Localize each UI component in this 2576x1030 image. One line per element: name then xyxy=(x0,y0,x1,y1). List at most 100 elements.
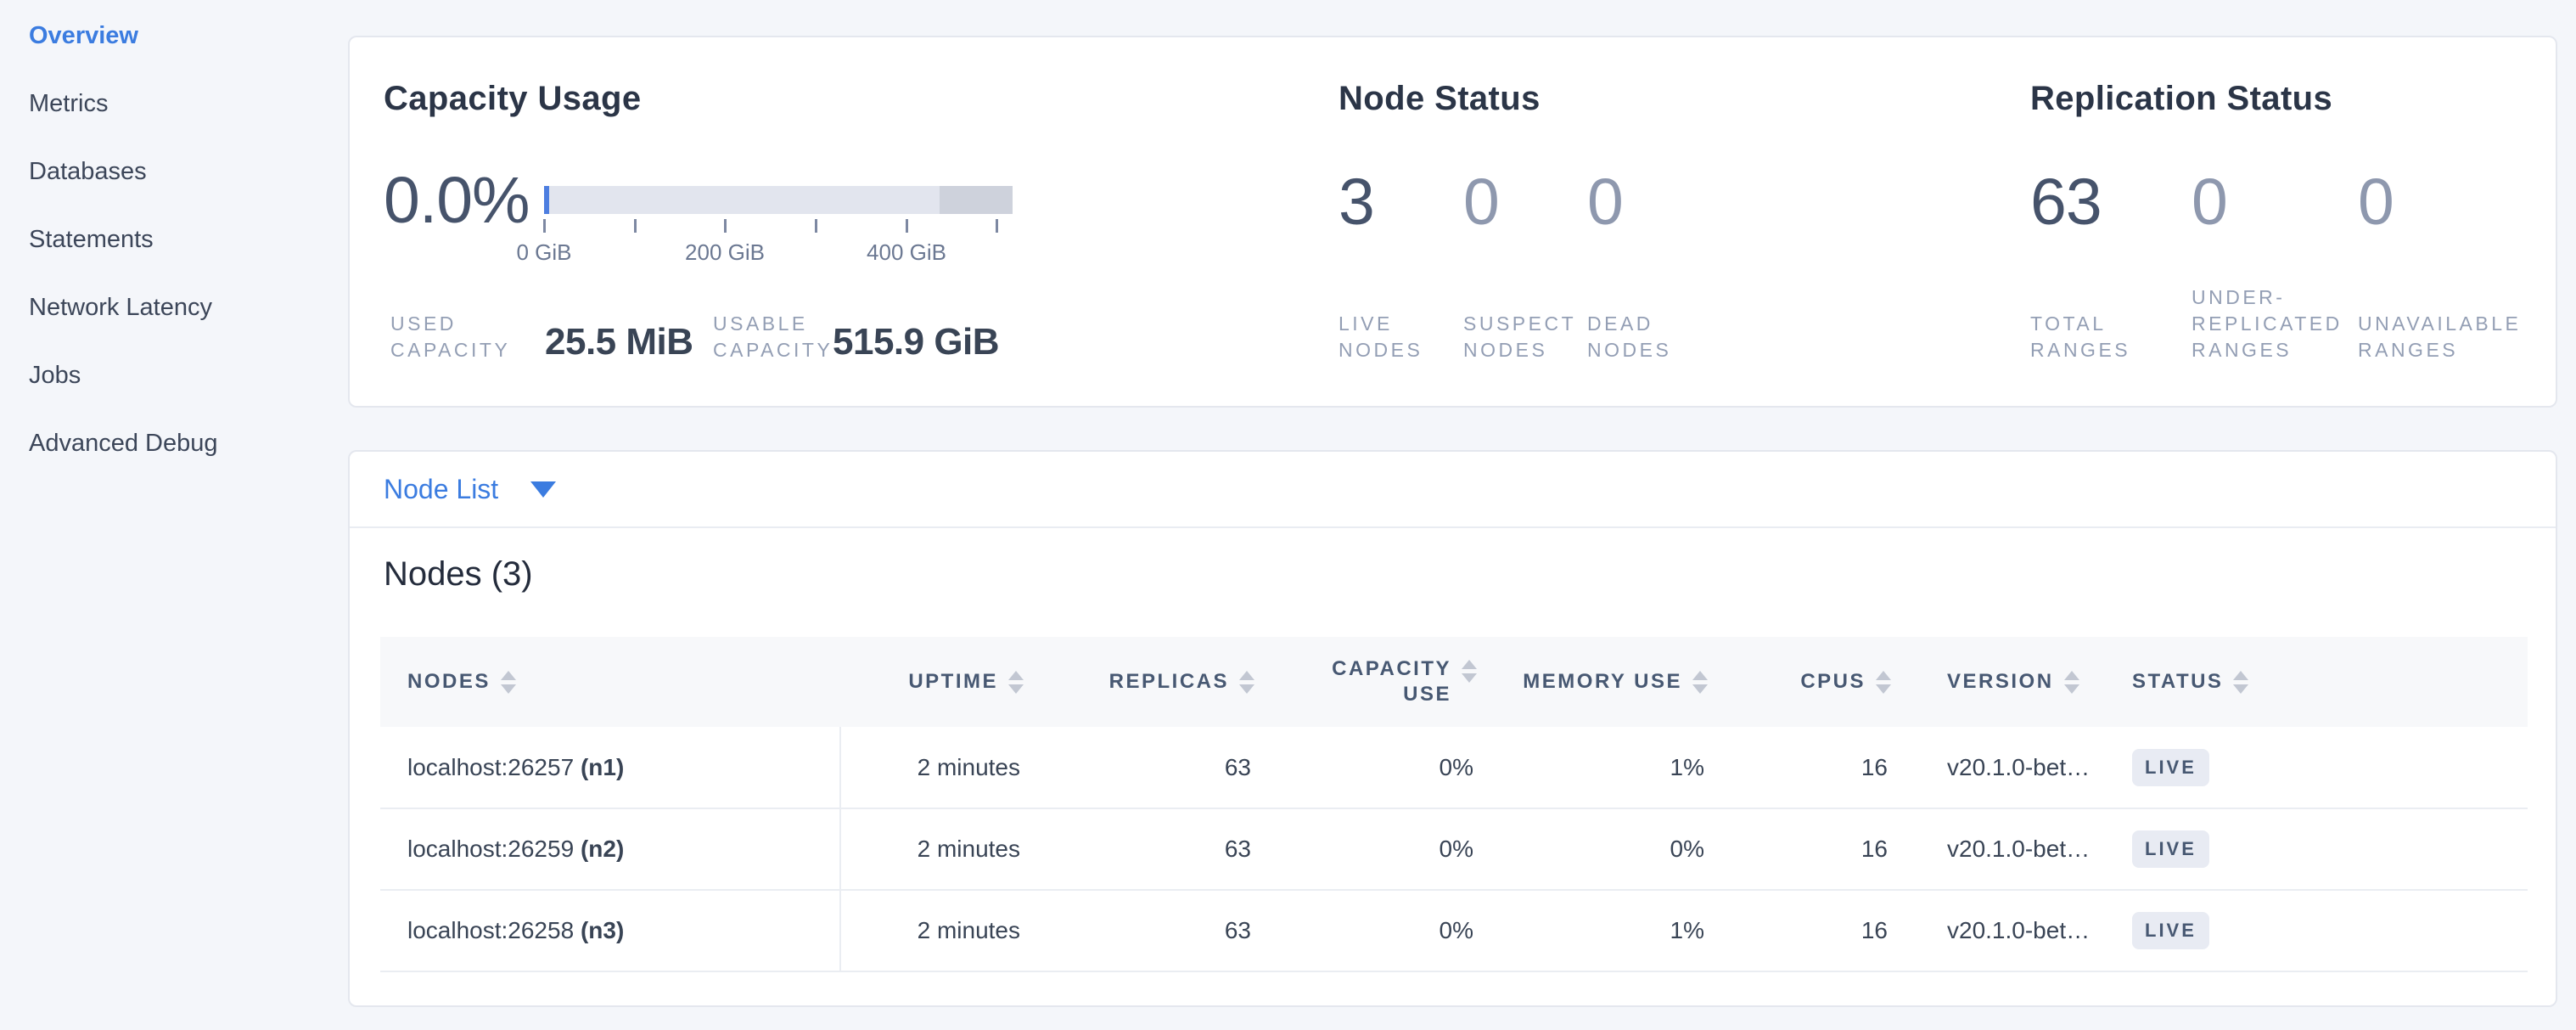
dead-nodes-count: 0 xyxy=(1587,166,1623,238)
node-id: (n3) xyxy=(581,917,624,943)
axis-label-200gib: 200 GiB xyxy=(685,239,765,266)
column-header-cpus[interactable]: CPUS xyxy=(1711,637,1894,727)
usable-capacity-value: 515.9 GiB xyxy=(833,321,999,363)
suspect-nodes-count: 0 xyxy=(1463,166,1587,238)
uptime-cell: 2 minutes xyxy=(840,808,1027,890)
memory-use-cell: 1% xyxy=(1480,890,1711,971)
sort-icon xyxy=(1692,671,1708,694)
sort-icon xyxy=(1876,671,1891,694)
live-nodes-count: 3 xyxy=(1339,166,1463,238)
sidebar-item-statements[interactable]: Statements xyxy=(29,205,343,273)
total-ranges-label: TOTAL RANGES xyxy=(2030,311,2192,363)
table-header-row: NODES UPTIME REPLICAS CAPACITYUSE xyxy=(380,637,2528,727)
node-status-labels: LIVE NODES SUSPECT NODES DEAD NODES xyxy=(1339,311,1671,363)
sort-icon xyxy=(1008,671,1024,694)
uptime-cell: 2 minutes xyxy=(840,890,1027,971)
memory-use-cell: 1% xyxy=(1480,727,1711,808)
capacity-use-cell: 0% xyxy=(1258,808,1480,890)
nodes-section-title: Nodes (3) xyxy=(384,555,533,594)
sidebar-item-metrics[interactable]: Metrics xyxy=(29,70,343,138)
sidebar: Overview Metrics Databases Statements Ne… xyxy=(29,2,343,477)
status-badge: LIVE xyxy=(2132,830,2209,868)
node-address[interactable]: localhost:26259 xyxy=(407,836,574,862)
sidebar-item-databases[interactable]: Databases xyxy=(29,138,343,205)
sidebar-item-jobs[interactable]: Jobs xyxy=(29,341,343,409)
axis-tick xyxy=(906,219,908,233)
sidebar-item-advanced-debug[interactable]: Advanced Debug xyxy=(29,409,343,477)
under-replicated-ranges-label: UNDER- REPLICATED RANGES xyxy=(2192,284,2358,363)
unavailable-ranges-label: UNAVAILABLE RANGES xyxy=(2358,311,2521,363)
node-id: (n2) xyxy=(581,836,624,862)
node-list-label: Node List xyxy=(384,474,498,505)
column-header-memory-use[interactable]: MEMORY USE xyxy=(1480,637,1711,727)
replicas-cell: 63 xyxy=(1027,808,1258,890)
version-cell: v20.1.0-bet… xyxy=(1894,808,2107,890)
column-header-version[interactable]: VERSION xyxy=(1894,637,2107,727)
axis-label-400gib: 400 GiB xyxy=(867,239,946,266)
cluster-summary-card: Capacity Usage 0.0% 0 GiB 200 GiB 400 Gi… xyxy=(348,36,2557,408)
memory-use-cell: 0% xyxy=(1480,808,1711,890)
under-replicated-ranges-count: 0 xyxy=(2192,166,2358,238)
version-cell: v20.1.0-bet… xyxy=(1894,890,2107,971)
sort-icon xyxy=(501,671,516,694)
replication-labels: TOTAL RANGES UNDER- REPLICATED RANGES UN… xyxy=(2030,284,2521,363)
unavailable-ranges-count: 0 xyxy=(2358,166,2394,238)
sidebar-item-network-latency[interactable]: Network Latency xyxy=(29,273,343,341)
replication-status-title: Replication Status xyxy=(2030,80,2332,118)
sidebar-item-overview[interactable]: Overview xyxy=(29,2,343,70)
node-address[interactable]: localhost:26257 xyxy=(407,754,574,780)
node-list-bar: Node List xyxy=(350,452,2556,528)
used-capacity-value: 25.5 MiB xyxy=(545,321,713,363)
table-row[interactable]: localhost:26258 (n3) 2 minutes 63 0% 1% … xyxy=(380,890,2528,971)
table-row[interactable]: localhost:26257 (n1) 2 minutes 63 0% 1% … xyxy=(380,727,2528,808)
dead-nodes-label: DEAD NODES xyxy=(1587,311,1671,363)
column-header-uptime[interactable]: UPTIME xyxy=(840,637,1027,727)
replication-metrics: 63 0 0 xyxy=(2030,166,2394,238)
axis-tick xyxy=(815,219,817,233)
status-badge: LIVE xyxy=(2132,749,2209,786)
used-capacity-label: USED CAPACITY xyxy=(390,311,545,363)
chevron-down-icon xyxy=(530,481,556,498)
axis-tick xyxy=(996,219,998,233)
column-header-status[interactable]: STATUS xyxy=(2107,637,2528,727)
column-header-nodes[interactable]: NODES xyxy=(380,637,840,727)
capacity-stats: USED CAPACITY 25.5 MiB USABLE CAPACITY 5… xyxy=(390,311,999,363)
cpus-cell: 16 xyxy=(1711,890,1894,971)
suspect-nodes-label: SUSPECT NODES xyxy=(1463,311,1587,363)
node-address[interactable]: localhost:26258 xyxy=(407,917,574,943)
total-ranges-count: 63 xyxy=(2030,166,2192,238)
capacity-use-cell: 0% xyxy=(1258,727,1480,808)
nodes-table: NODES UPTIME REPLICAS CAPACITYUSE xyxy=(380,637,2528,972)
table-row[interactable]: localhost:26259 (n2) 2 minutes 63 0% 0% … xyxy=(380,808,2528,890)
replicas-cell: 63 xyxy=(1027,727,1258,808)
capacity-usage-bar xyxy=(544,186,1013,214)
cpus-cell: 16 xyxy=(1711,808,1894,890)
axis-tick xyxy=(634,219,637,233)
capacity-usage-title: Capacity Usage xyxy=(384,80,642,118)
capacity-use-cell: 0% xyxy=(1258,890,1480,971)
sort-icon xyxy=(2064,671,2079,694)
axis-tick xyxy=(543,219,546,233)
node-list-dropdown[interactable]: Node List xyxy=(384,474,556,505)
version-cell: v20.1.0-bet… xyxy=(1894,727,2107,808)
sort-icon xyxy=(2233,671,2248,694)
axis-label-0gib: 0 GiB xyxy=(516,239,571,266)
replicas-cell: 63 xyxy=(1027,890,1258,971)
node-status-title: Node Status xyxy=(1339,80,1541,118)
column-header-capacity-use[interactable]: CAPACITYUSE xyxy=(1258,637,1480,727)
uptime-cell: 2 minutes xyxy=(840,727,1027,808)
node-status-metrics: 3 0 0 xyxy=(1339,166,1623,238)
capacity-used-percent: 0.0% xyxy=(384,165,530,236)
capacity-bar-reserved-segment xyxy=(940,186,1013,214)
cpus-cell: 16 xyxy=(1711,727,1894,808)
sort-icon xyxy=(1239,671,1254,694)
capacity-bar-used-segment xyxy=(544,186,549,214)
nodes-card: Node List Nodes (3) NODES UPTIME REPLICA… xyxy=(348,450,2557,1007)
live-nodes-label: LIVE NODES xyxy=(1339,311,1463,363)
status-badge: LIVE xyxy=(2132,912,2209,949)
column-header-replicas[interactable]: REPLICAS xyxy=(1027,637,1258,727)
node-id: (n1) xyxy=(581,754,624,780)
sort-icon xyxy=(1462,660,1477,683)
axis-tick xyxy=(724,219,727,233)
usable-capacity-label: USABLE CAPACITY xyxy=(713,311,833,363)
